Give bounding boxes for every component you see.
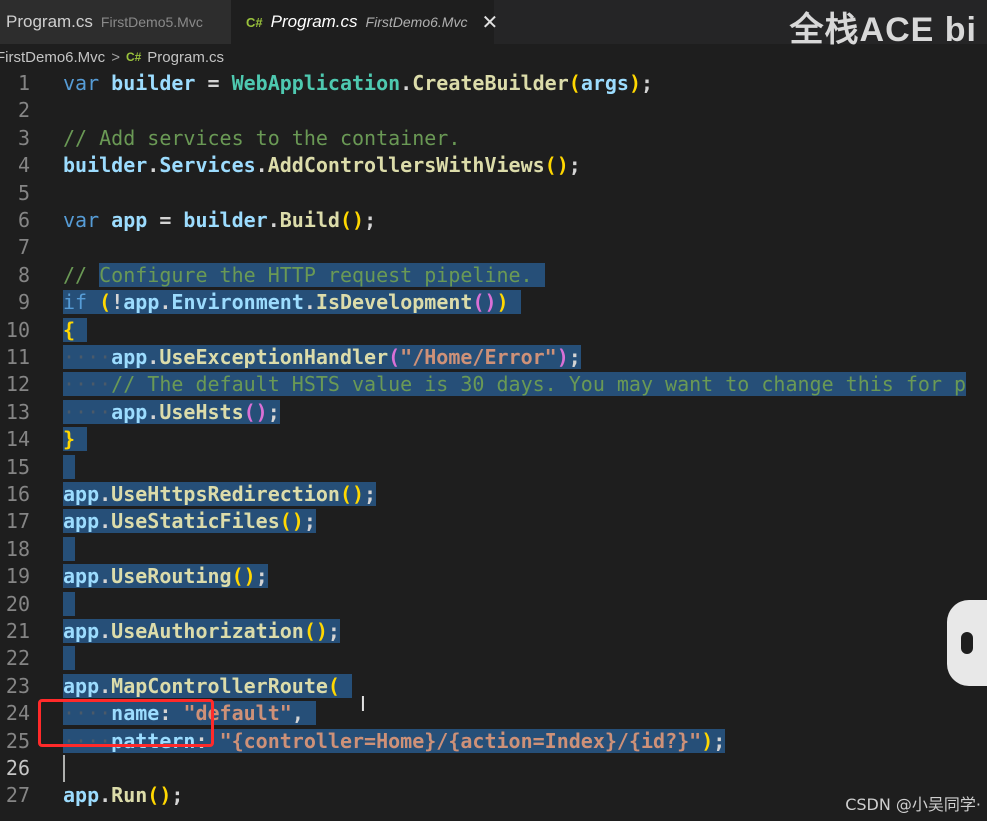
code-line[interactable]: 20: [0, 591, 987, 618]
close-icon[interactable]: ✕: [481, 10, 498, 35]
code-text: }: [63, 426, 88, 453]
line-number: 2: [17, 98, 30, 123]
code-line[interactable]: 1 var builder = WebApplication.CreateBuil…: [0, 70, 987, 97]
line-number: 26: [5, 756, 30, 780]
code-text: [63, 591, 76, 618]
breadcrumb: FirstDemo6.Mvc > C# Program.cs: [0, 44, 987, 70]
caret: [63, 755, 65, 782]
code-text: // Configure the HTTP request pipeline.: [63, 262, 545, 287]
line-number: 27: [5, 783, 30, 808]
code-text: var app = builder.Build();: [63, 208, 377, 232]
code-text: app.UseStaticFiles();: [63, 509, 316, 534]
line-number: 14: [5, 427, 30, 452]
highlight-annotation: [38, 699, 214, 747]
code-line[interactable]: 10 {: [0, 317, 987, 344]
csdn-watermark: CSDN @小吴同学·: [845, 795, 981, 814]
code-text: app.UseHttpsRedirection();: [63, 482, 377, 506]
line-number: 16: [5, 482, 30, 506]
code-line[interactable]: 26: [0, 755, 987, 782]
code-line[interactable]: 14}: [0, 426, 987, 453]
tab-program-firstdemo5[interactable]: Program.cs FirstDemo5.Mvc: [0, 0, 232, 44]
code-line[interactable]: 12 ····// The default HSTS value is 30 da…: [0, 371, 987, 398]
line-number: 7: [17, 235, 30, 260]
code-text: builder.Services.AddControllersWithViews…: [63, 153, 581, 178]
code-text: [63, 645, 76, 672]
tab-project: FirstDemo5.Mvc: [100, 14, 203, 30]
line-number: 4: [17, 153, 30, 178]
code-line[interactable]: 16 app.UseHttpsRedirection();: [0, 481, 987, 508]
line-number: 6: [17, 208, 30, 232]
line-number: 8: [17, 262, 30, 287]
code-text: ····app.UseExceptionHandler("/Home/Error…: [63, 345, 581, 369]
code-text: [63, 454, 76, 481]
tab-bar: Program.cs FirstDemo5.Mvc C# Program.cs …: [0, 0, 987, 49]
code-line[interactable]: 19 app.UseRouting();: [0, 563, 987, 590]
code-line[interactable]: 6 var app = builder.Build();: [0, 207, 987, 234]
breadcrumb-project[interactable]: FirstDemo6.Mvc: [0, 49, 105, 66]
line-number: 15: [5, 454, 30, 479]
chevron-right-icon: >: [111, 48, 120, 66]
code-text: if (!app.Environment.IsDevelopment()): [63, 289, 521, 316]
code-line[interactable]: 9 if (!app.Environment.IsDevelopment()): [0, 289, 987, 316]
line-number: 11: [5, 345, 30, 369]
line-number: 22: [5, 646, 30, 671]
csharp-file-icon: C#: [246, 14, 263, 30]
tab-filename: Program.cs: [6, 12, 93, 31]
text-cursor-icon: I: [360, 692, 366, 716]
code-line[interactable]: 3 // Add services to the container.: [0, 125, 987, 152]
code-line[interactable]: 23 app.MapControllerRoute(: [0, 673, 987, 700]
line-number: 24: [5, 701, 30, 726]
tab-project: FirstDemo6.Mvc: [365, 14, 468, 30]
bilibili-logo-icon: [947, 600, 987, 686]
code-line[interactable]: 18: [0, 536, 987, 563]
line-number: 5: [17, 180, 30, 205]
tab-program-firstdemo6[interactable]: C# Program.cs FirstDemo6.Mvc ✕: [232, 0, 498, 44]
code-line[interactable]: 5: [0, 180, 987, 207]
line-number: 21: [5, 619, 30, 643]
code-line[interactable]: 11 ····app.UseExceptionHandler("/Home/Err…: [0, 344, 987, 371]
code-line[interactable]: 27 app.Run();: [0, 782, 987, 809]
code-line[interactable]: 21 app.UseAuthorization();: [0, 618, 987, 645]
line-number: 17: [5, 509, 30, 534]
code-text: var builder = WebApplication.CreateBuild…: [63, 71, 654, 95]
line-number: 3: [17, 125, 30, 150]
code-text: app.UseAuthorization();: [63, 619, 340, 643]
code-line[interactable]: 22: [0, 645, 987, 672]
line-number: 23: [5, 673, 30, 698]
code-line[interactable]: 15: [0, 454, 987, 481]
line-number: 25: [5, 728, 30, 753]
code-line[interactable]: 2: [0, 97, 987, 124]
csharp-file-icon: C#: [125, 50, 142, 64]
code-line[interactable]: 7: [0, 234, 987, 261]
code-text: [63, 536, 76, 563]
line-number: 18: [5, 536, 30, 561]
code-text: {: [63, 317, 88, 344]
line-number: 9: [17, 290, 30, 315]
code-text: app.MapControllerRoute(: [63, 673, 353, 700]
code-text: app.UseRouting();: [63, 564, 268, 589]
line-number: 20: [5, 591, 30, 616]
code-text: // Add services to the container.: [63, 125, 461, 150]
line-number: 12: [5, 372, 30, 397]
code-text: ····app.UseHsts();: [63, 399, 280, 424]
line-number: 1: [17, 71, 30, 95]
line-number: 19: [5, 564, 30, 589]
code-text: app.Run();: [63, 783, 184, 808]
line-number: 10: [5, 317, 30, 342]
code-line[interactable]: 8 // Configure the HTTP request pipeline.: [0, 262, 987, 289]
code-line[interactable]: 4 builder.Services.AddControllersWithView…: [0, 152, 987, 179]
tab-filename: Program.cs: [270, 12, 358, 31]
code-text: ····// The default HSTS value is 30 days…: [63, 372, 967, 397]
line-number: 13: [5, 399, 30, 424]
code-line[interactable]: 13 ····app.UseHsts();: [0, 399, 987, 426]
breadcrumb-file[interactable]: Program.cs: [147, 49, 224, 66]
code-line[interactable]: 17 app.UseStaticFiles();: [0, 508, 987, 535]
